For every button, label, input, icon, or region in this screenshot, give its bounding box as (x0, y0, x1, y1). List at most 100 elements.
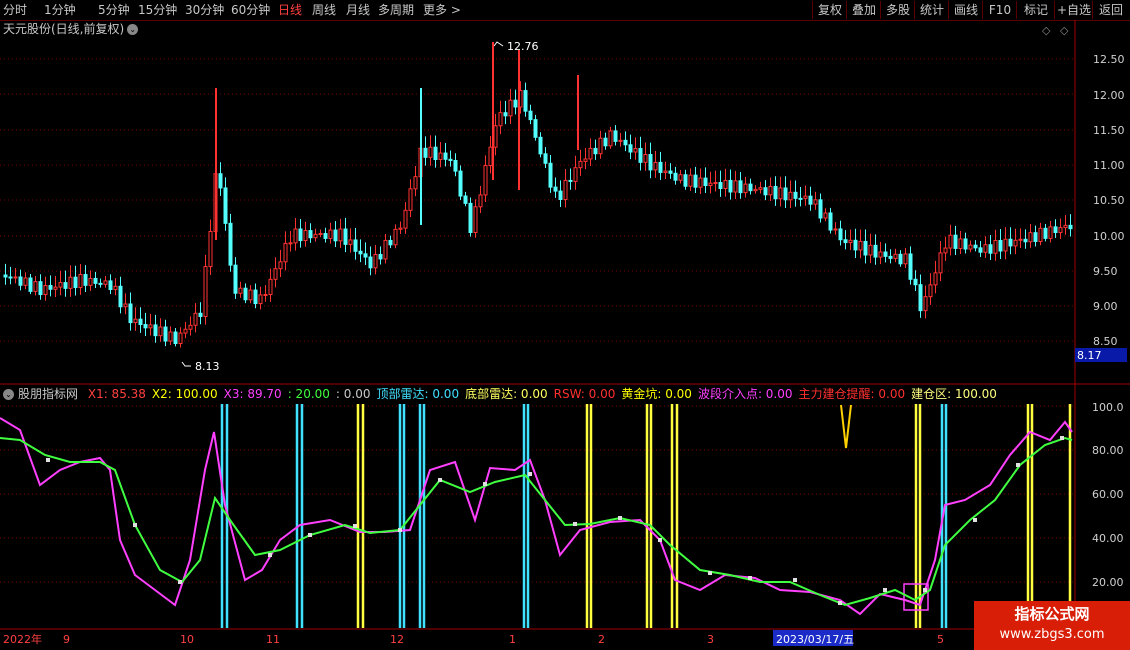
candle-body (608, 130, 613, 147)
candle-body (258, 294, 263, 305)
signal-marker (708, 571, 712, 575)
candle-body (283, 242, 288, 263)
candle-body (553, 186, 558, 192)
indicator-axis-label: 100.0 (1092, 401, 1124, 414)
candle-body (298, 228, 303, 242)
candle-body (278, 261, 283, 270)
candle-body (233, 264, 238, 294)
chart-canvas: 8.17 ◇ ◇ 12.50 12.00 11.50 11.00 10.50 1… (0, 20, 1130, 646)
indicator-legend-item: 主力建仓提醒: 0.00 (798, 387, 906, 401)
signal-marker (793, 578, 797, 582)
candle-body (543, 153, 548, 164)
candle-body (873, 244, 878, 258)
candle-body (478, 194, 483, 208)
candle-body (433, 146, 438, 160)
candle-body (263, 293, 268, 296)
candle-body (713, 182, 718, 185)
candle-body (488, 146, 493, 167)
signal-marker (178, 580, 182, 584)
indicator-legend-item: 波段介入点: 0.00 (697, 387, 793, 401)
candle-body (843, 239, 848, 244)
watermark-title: 指标公式网 (1014, 605, 1090, 623)
candle-body (148, 324, 153, 329)
candle-body (678, 174, 683, 181)
candle-body (758, 187, 763, 190)
candle-body (43, 285, 48, 296)
candle-body (593, 147, 598, 155)
candle-body (288, 242, 293, 245)
indicator-legend-item: 黄金坑: 0.00 (621, 387, 692, 401)
candle-body (103, 280, 108, 285)
candle-body (223, 187, 228, 224)
candle-body (73, 276, 78, 288)
candle-body (963, 238, 968, 250)
candle-body (788, 191, 793, 201)
candle-body (1058, 227, 1063, 234)
candle-body (383, 239, 388, 260)
build-zone-dip (840, 404, 852, 449)
chevron-down-icon[interactable]: ⌄ (3, 389, 14, 400)
date-label: 12 (390, 633, 404, 646)
candle-body (983, 244, 988, 253)
candle-body (328, 229, 333, 239)
candle-body (1028, 232, 1033, 243)
indicator-legend-item: 建仓区: 100.00 (911, 387, 997, 401)
candle-body (508, 99, 513, 117)
indicator-axis-label: 20.00 (1092, 576, 1124, 589)
candle-body (503, 112, 508, 117)
candle-body (673, 172, 678, 181)
candle-body (1018, 238, 1023, 241)
candle-body (878, 251, 883, 258)
candle-body (928, 284, 933, 298)
candle-body (108, 280, 113, 291)
candle-body (308, 230, 313, 239)
candle-body (868, 244, 873, 256)
candle-body (978, 247, 983, 253)
signal-marker (573, 522, 577, 526)
candle-body (828, 212, 833, 231)
price-axis-label: 8.50 (1093, 335, 1118, 348)
close-icon[interactable]: ◇ (1060, 24, 1069, 37)
candle-body (483, 165, 488, 196)
indicator-legend-item: X1: 85.38 (87, 387, 146, 401)
candle-body (188, 324, 193, 330)
candle-body (98, 282, 103, 285)
candle-body (18, 276, 23, 286)
signal-marker (838, 601, 842, 605)
signal-marker (883, 588, 887, 592)
candle-body (823, 212, 828, 219)
candle-body (1038, 227, 1043, 242)
candle-body (528, 110, 533, 121)
candle-body (388, 239, 393, 246)
candle-body (893, 253, 898, 259)
price-axis-label: 9.50 (1093, 265, 1118, 278)
date-label: 10 (180, 633, 194, 646)
candle-body (318, 233, 323, 236)
candle-body (208, 230, 213, 268)
candle-body (568, 179, 573, 182)
candle-body (113, 285, 118, 291)
candle-body (468, 202, 473, 233)
candle-body (203, 266, 208, 317)
price-axis-label: 10.00 (1093, 230, 1125, 243)
signal-marker (268, 553, 272, 557)
candle-body (668, 170, 673, 174)
candle-body (578, 160, 583, 169)
signal-marker (133, 523, 137, 527)
candle-body (1043, 227, 1048, 239)
candle-body (888, 255, 893, 259)
signal-marker (748, 576, 752, 580)
candle-body (218, 173, 223, 189)
candle-body (783, 187, 788, 201)
indicator-name: 股朋指标网 (18, 387, 79, 401)
candle-body (763, 187, 768, 196)
date-label: 9 (63, 633, 70, 646)
candle-body (498, 112, 503, 127)
candle-body (253, 289, 258, 305)
candle-body (13, 276, 18, 279)
candle-body (598, 137, 603, 155)
date-label: 2022年 (3, 632, 42, 646)
candle-body (293, 228, 298, 244)
diamond-icon[interactable]: ◇ (1042, 24, 1051, 37)
date-label: 1 (509, 633, 516, 646)
